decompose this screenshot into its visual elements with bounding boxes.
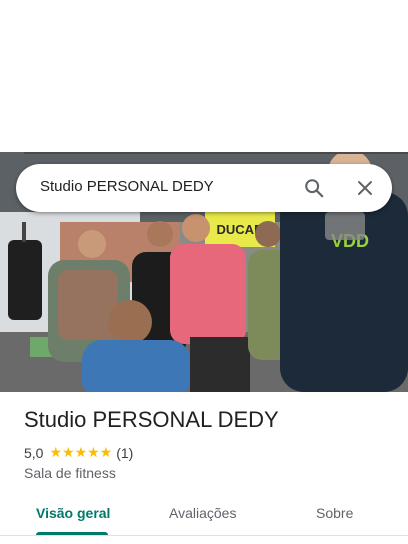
- tabs-divider: [0, 535, 408, 536]
- search-input[interactable]: Studio PERSONAL DEDY: [40, 178, 214, 195]
- rating-value: 5,0: [24, 444, 44, 461]
- search-icon[interactable]: [302, 176, 326, 200]
- tab-overview[interactable]: Visão geral: [36, 505, 110, 521]
- tab-about[interactable]: Sobre: [316, 505, 353, 521]
- top-blank-area: [0, 0, 408, 152]
- review-count[interactable]: (1): [116, 445, 133, 461]
- place-tabs: Visão geral Avaliações Sobre: [0, 492, 408, 544]
- tab-reviews[interactable]: Avaliações: [169, 505, 236, 521]
- close-icon[interactable]: [353, 176, 377, 200]
- place-category: Sala de fitness: [24, 465, 116, 481]
- place-title: Studio PERSONAL DEDY: [24, 407, 279, 432]
- search-bar[interactable]: Studio PERSONAL DEDY: [16, 164, 392, 212]
- rating-row[interactable]: 5,0 ★★★★★ (1): [24, 444, 133, 461]
- rating-stars: ★★★★★: [49, 444, 113, 460]
